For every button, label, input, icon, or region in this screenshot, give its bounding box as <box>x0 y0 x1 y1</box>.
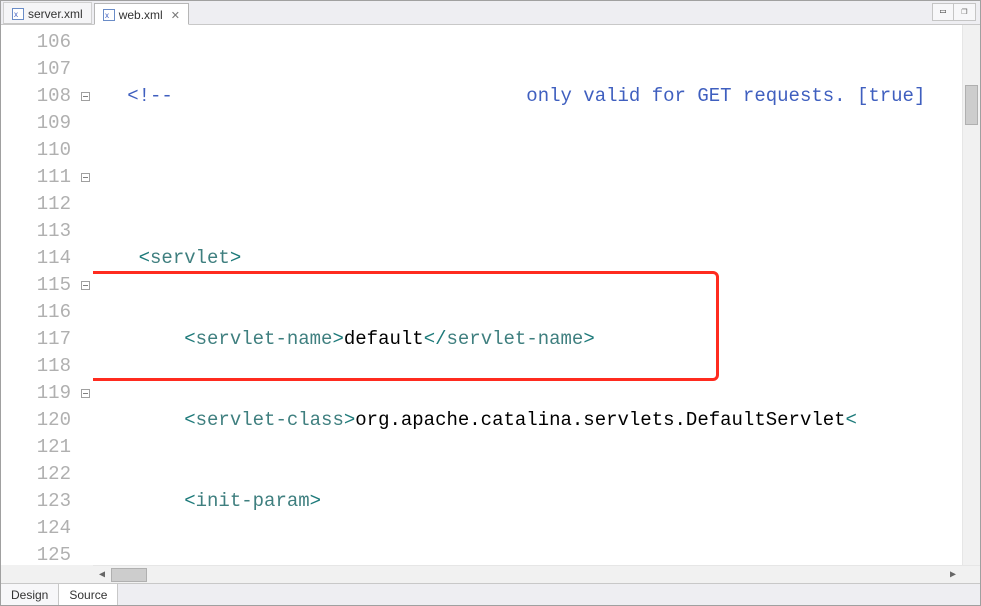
code-line <box>93 164 962 191</box>
horizontal-scrollbar[interactable]: ◀ ▶ <box>93 565 962 583</box>
fold-toggle-icon[interactable] <box>81 92 90 101</box>
line-number: 122 <box>1 461 81 488</box>
file-tabbar: x server.xml x web.xml ✕ ▭ ❐ <box>1 1 980 25</box>
fold-toggle-icon[interactable] <box>81 281 90 290</box>
editor-window: x server.xml x web.xml ✕ ▭ ❐ 106 107 108… <box>0 0 981 606</box>
fold-column <box>81 25 93 565</box>
close-icon[interactable]: ✕ <box>171 9 180 22</box>
code-editor[interactable]: <!-- only valid for GET requests. [true]… <box>93 25 962 565</box>
code-line: <init-param> <box>93 488 962 515</box>
line-number: 121 <box>1 434 81 461</box>
code-line: <servlet-name>default</servlet-name> <box>93 326 962 353</box>
line-number: 125 <box>1 542 81 565</box>
line-number: 115 <box>1 272 81 299</box>
svg-text:x: x <box>105 11 109 20</box>
line-number: 109 <box>1 110 81 137</box>
line-number: 108 <box>1 83 81 110</box>
tab-web-xml[interactable]: x web.xml ✕ <box>94 3 189 25</box>
line-number: 117 <box>1 326 81 353</box>
xml-file-icon: x <box>12 8 24 20</box>
tab-design[interactable]: Design <box>1 584 59 605</box>
line-number: 111 <box>1 164 81 191</box>
line-number-gutter: 106 107 108 109 110 111 112 113 114 115 … <box>1 25 81 565</box>
tab-label: web.xml <box>119 8 163 22</box>
line-number: 114 <box>1 245 81 272</box>
code-line: <servlet> <box>93 245 962 272</box>
hscroll-gutter-spacer <box>1 565 93 583</box>
line-number: 110 <box>1 137 81 164</box>
maximize-button[interactable]: ❐ <box>954 3 976 21</box>
line-number: 112 <box>1 191 81 218</box>
line-number: 123 <box>1 488 81 515</box>
vertical-scrollbar[interactable] <box>962 25 980 565</box>
minimize-button[interactable]: ▭ <box>932 3 954 21</box>
fold-toggle-icon[interactable] <box>81 389 90 398</box>
line-number: 107 <box>1 56 81 83</box>
xml-file-icon: x <box>103 9 115 21</box>
horizontal-scroll-track[interactable] <box>111 567 944 583</box>
scroll-left-arrow-icon[interactable]: ◀ <box>93 567 111 583</box>
maximize-icon: ❐ <box>961 6 967 18</box>
minimize-icon: ▭ <box>940 6 946 18</box>
line-number: 120 <box>1 407 81 434</box>
line-number: 119 <box>1 380 81 407</box>
tab-label: Design <box>11 588 48 602</box>
scroll-corner <box>962 565 980 583</box>
line-number: 118 <box>1 353 81 380</box>
code-line: <!-- only valid for GET requests. [true] <box>93 83 962 110</box>
fold-toggle-icon[interactable] <box>81 173 90 182</box>
horizontal-scroll-thumb[interactable] <box>111 568 147 582</box>
tab-server-xml[interactable]: x server.xml <box>3 2 92 24</box>
line-number: 113 <box>1 218 81 245</box>
code-line: <servlet-class>org.apache.catalina.servl… <box>93 407 962 434</box>
vertical-scroll-thumb[interactable] <box>965 85 978 125</box>
horizontal-scroll-row: ◀ ▶ <box>1 565 980 583</box>
line-number: 124 <box>1 515 81 542</box>
editor-area: 106 107 108 109 110 111 112 113 114 115 … <box>1 25 980 565</box>
bottom-tabbar: Design Source <box>1 583 980 605</box>
scroll-right-arrow-icon[interactable]: ▶ <box>944 567 962 583</box>
line-number: 106 <box>1 29 81 56</box>
tab-source[interactable]: Source <box>59 584 118 605</box>
tab-label: server.xml <box>28 7 83 21</box>
line-number: 116 <box>1 299 81 326</box>
window-buttons: ▭ ❐ <box>932 3 976 21</box>
svg-text:x: x <box>14 10 18 19</box>
tab-label: Source <box>69 588 107 602</box>
